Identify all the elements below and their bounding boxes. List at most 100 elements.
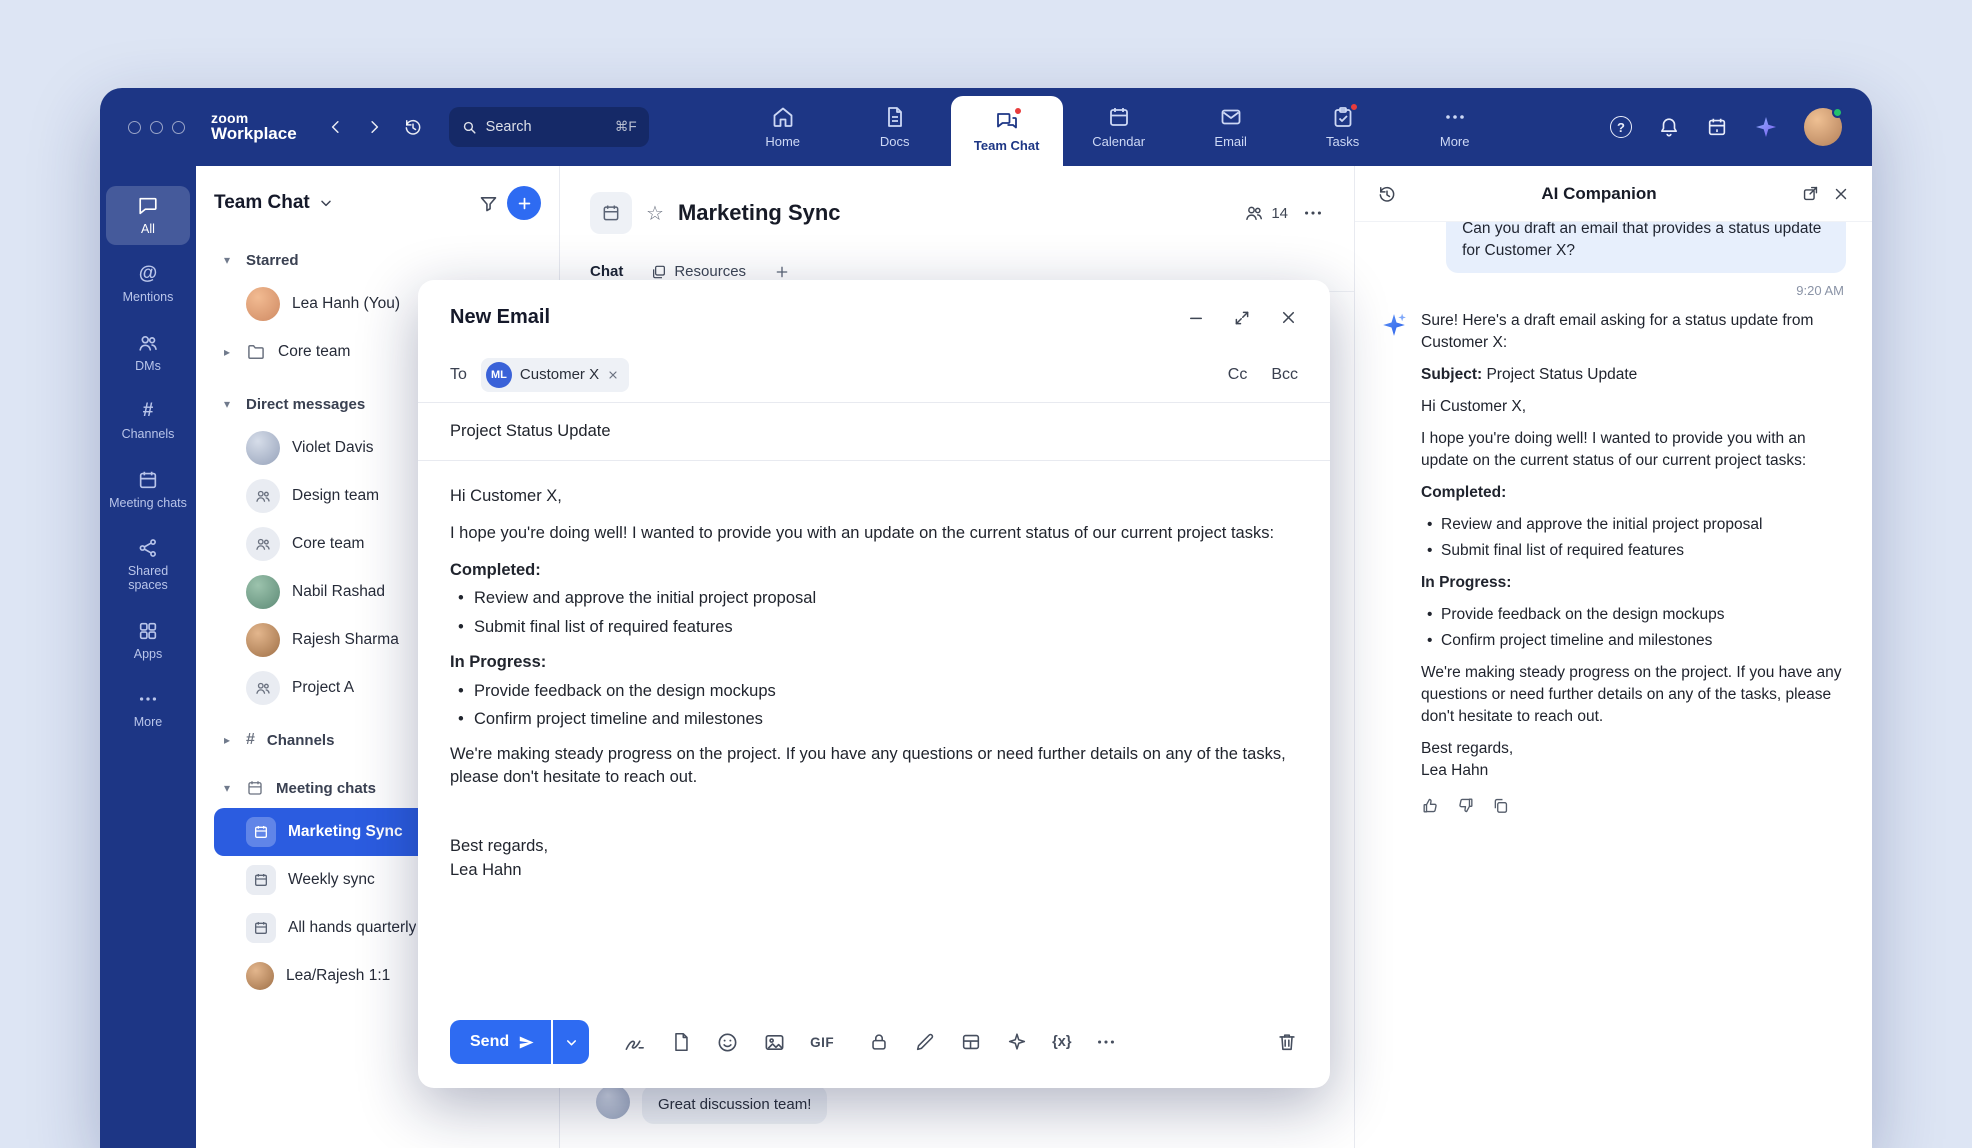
sidebar-section-starred[interactable]: ▾ Starred [214,240,541,280]
nav-calendar[interactable]: Calendar [1063,88,1175,166]
compose-toolbar: Send GIF [418,1004,1330,1088]
search-bar[interactable]: ⌘F [449,107,649,147]
avatar [1804,108,1842,146]
close-compose-button[interactable] [1279,308,1298,327]
ai-assist-button[interactable] [1006,1031,1028,1053]
add-tab-button[interactable] [774,264,790,280]
ai-conversation[interactable]: Can you draft an email that provides a s… [1355,222,1872,1148]
close-window-control[interactable] [128,121,141,134]
nav-tasks[interactable]: Tasks [1287,88,1399,166]
remove-recipient-button[interactable] [607,369,619,381]
gif-button[interactable]: GIF [810,1035,834,1050]
minimize-window-control[interactable] [150,121,163,134]
chevron-down-icon[interactable] [318,195,334,211]
thumbs-up-button[interactable] [1421,796,1440,815]
history-button[interactable] [403,117,423,137]
minimize-button[interactable] [1187,308,1205,327]
more-icon [137,688,159,710]
at-icon: @ [139,263,158,285]
encrypt-button[interactable] [868,1031,890,1053]
notifications-button[interactable] [1658,116,1680,138]
insert-image-button[interactable] [763,1031,786,1054]
nav-more[interactable]: More [1399,88,1511,166]
tab-label: Resources [674,263,746,280]
copy-button[interactable] [1491,796,1510,815]
expand-icon [1233,309,1251,327]
star-icon[interactable]: ☆ [646,201,664,226]
calendar-quick-button[interactable] [1706,116,1728,138]
ai-open-external-button[interactable] [1801,184,1820,203]
list-item-text: Submit final list of required features [1441,542,1684,559]
expand-button[interactable] [1233,308,1251,327]
filter-button[interactable] [478,193,499,214]
section-label: Direct messages [246,396,365,413]
more-tools-button[interactable] [1095,1031,1117,1053]
channel-more-button[interactable] [1302,202,1324,224]
rail-item-all[interactable]: All [106,186,190,245]
greeting: Hi Customer X, [450,485,1298,508]
list-item: Submit final list of required features [450,616,1298,639]
nav-home[interactable]: Home [727,88,839,166]
tab-resources[interactable]: Resources [651,263,746,280]
new-chat-button[interactable] [507,186,541,220]
email-body-editor[interactable]: Hi Customer X, I hope you're doing well!… [418,461,1330,1004]
thumbs-up-icon [1421,796,1440,815]
rail-item-shared-spaces[interactable]: Shared spaces [106,528,190,602]
profile-button[interactable] [1804,108,1842,146]
logo-text-zoom: zoom [211,111,297,126]
zoom-window-control[interactable] [172,121,185,134]
rail-item-dms[interactable]: DMs [106,323,190,382]
subject-value: Project Status Update [1486,366,1637,383]
close-icon [1832,185,1850,203]
forward-button[interactable] [365,118,383,136]
bcc-button[interactable]: Bcc [1271,366,1298,384]
subject-text: Project Status Update [450,422,611,441]
attach-file-button[interactable] [670,1031,692,1053]
meeting-chat-icon [246,817,276,847]
rail-item-mentions[interactable]: @ Mentions [106,254,190,313]
ai-history-button[interactable] [1377,184,1397,204]
message-timestamp: 9:20 AM [1383,283,1844,298]
completed-list: Review and approve the initial project p… [450,587,1298,639]
signature-button[interactable] [623,1031,646,1054]
members-button[interactable]: 14 [1244,203,1288,223]
in-progress-list: Provide feedback on the design mockups C… [450,680,1298,732]
nav-team-chat[interactable]: Team Chat [951,96,1063,166]
nav-docs[interactable]: Docs [839,88,951,166]
recipient-chip[interactable]: ML Customer X [481,358,629,392]
sidebar-title[interactable]: Team Chat [214,192,310,214]
edit-button[interactable] [914,1031,936,1053]
cc-button[interactable]: Cc [1228,366,1248,384]
rail-item-meeting-chats[interactable]: Meeting chats [106,460,190,519]
hash-icon: # [246,729,255,751]
subject-field[interactable]: Project Status Update [418,403,1330,461]
ai-close-button[interactable] [1832,185,1850,203]
in-progress-label: In Progress: [1421,572,1846,594]
caret-right-icon: ▸ [220,345,234,359]
thumbs-down-button[interactable] [1456,796,1475,815]
help-icon: ? [1610,116,1632,138]
more-icon [1095,1031,1117,1053]
window-controls[interactable] [128,121,185,134]
help-button[interactable]: ? [1610,116,1632,138]
nav-email[interactable]: Email [1175,88,1287,166]
ai-subject-line: Subject: Project Status Update [1421,364,1846,386]
ai-companion-button[interactable] [1754,115,1778,139]
variables-button[interactable]: {x} [1052,1034,1071,1050]
rail-item-apps[interactable]: Apps [106,611,190,670]
hash-icon: # [143,400,154,422]
discard-draft-button[interactable] [1276,1031,1298,1053]
rail-item-channels[interactable]: # Channels [106,391,190,450]
emoji-button[interactable] [716,1031,739,1054]
item-label: Nabil Rashad [292,583,385,601]
back-button[interactable] [327,118,345,136]
send-options-button[interactable] [553,1020,589,1064]
layout-button[interactable] [960,1031,982,1053]
closing-paragraph: We're making steady progress on the proj… [450,743,1298,789]
send-button[interactable]: Send [450,1020,551,1064]
tab-chat[interactable]: Chat [590,263,623,280]
intro-paragraph: I hope you're doing well! I wanted to pr… [1421,428,1846,472]
rail-item-more[interactable]: More [106,679,190,738]
chat-bubble-icon [137,195,159,217]
search-input[interactable] [486,119,607,135]
